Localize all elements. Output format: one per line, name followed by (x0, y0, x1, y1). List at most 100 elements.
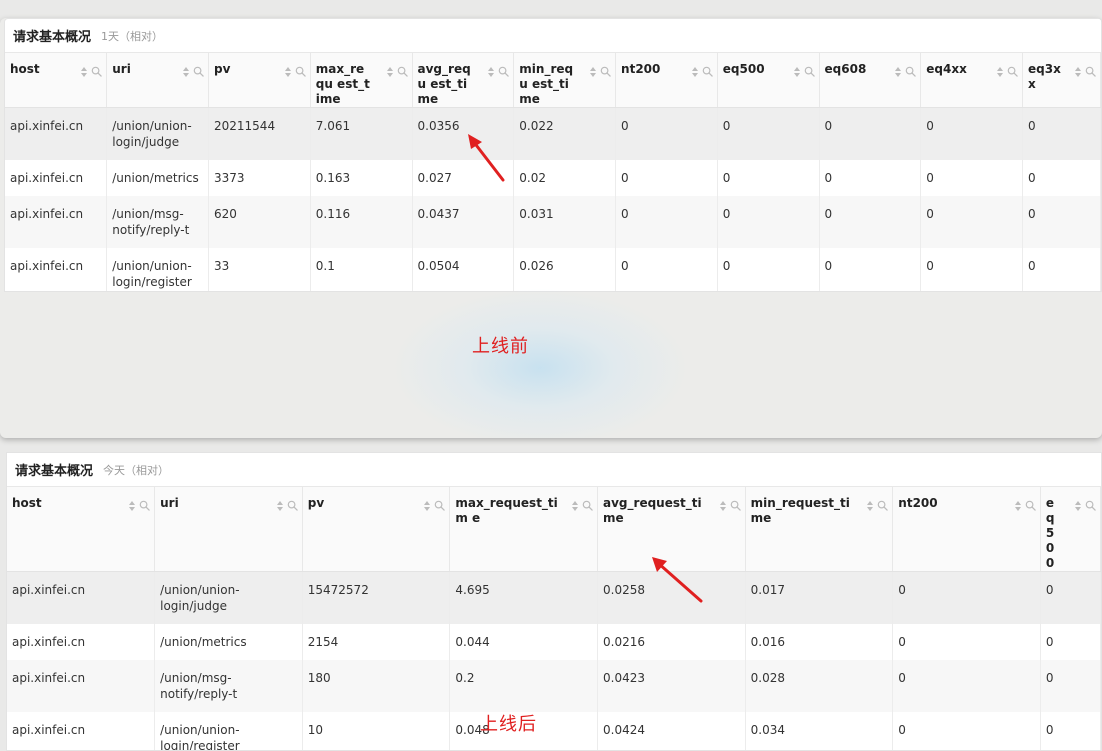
table-cell: 0 (717, 247, 820, 291)
column-header[interactable]: eq3xx (1022, 53, 1101, 108)
panel-before: 请求基本概况 1天（相对） host uri pv max_requ est_time… (0, 18, 1102, 438)
column-tools (276, 500, 298, 511)
table-cell: 4.695 (449, 571, 599, 624)
table-cell: 0.02 (513, 159, 617, 196)
column-header[interactable]: uri (106, 53, 209, 108)
sort-icon[interactable] (866, 501, 874, 511)
column-header[interactable]: avg_requ est_time (412, 53, 515, 108)
column-header[interactable]: avg_request_time (597, 487, 746, 572)
search-icon[interactable] (600, 66, 611, 77)
time-range-before[interactable]: 1天（相对） (101, 28, 163, 44)
data-table-before: host uri pv max_requ est_time avg_requ est_t… (5, 53, 1101, 291)
sort-icon[interactable] (571, 501, 579, 511)
sort-icon[interactable] (793, 67, 801, 77)
table-row[interactable]: api.xinfei.cn/union/union-login/judge 202… (5, 107, 1101, 160)
table-cell: 620 (208, 195, 311, 248)
column-header[interactable]: eq500 (1040, 487, 1101, 572)
sort-icon[interactable] (128, 501, 136, 511)
column-header[interactable]: eq608 (819, 53, 922, 108)
table-cell: 7.061 (310, 107, 413, 160)
column-header[interactable]: nt200 (892, 487, 1041, 572)
search-icon[interactable] (804, 66, 815, 77)
column-header[interactable]: max_request_tim e (449, 487, 599, 572)
table-row[interactable]: api.xinfei.cn/union/union-login/register… (5, 247, 1101, 291)
column-header[interactable]: max_requ est_time (310, 53, 413, 108)
search-icon[interactable] (139, 500, 150, 511)
table-cell: 20211544 (208, 107, 311, 160)
search-icon[interactable] (193, 66, 204, 77)
table-cell: 0 (819, 159, 922, 196)
search-icon[interactable] (1007, 66, 1018, 77)
search-icon[interactable] (1085, 500, 1096, 511)
table-cell: /union/union-login/register (106, 247, 209, 291)
search-icon[interactable] (498, 66, 510, 77)
column-header[interactable]: pv (302, 487, 451, 572)
column-header[interactable]: pv (208, 53, 311, 108)
search-icon[interactable] (905, 66, 917, 77)
sort-icon[interactable] (80, 67, 88, 77)
time-range-after[interactable]: 今天（相对） (103, 462, 169, 478)
sort-icon[interactable] (996, 67, 1004, 77)
sort-icon[interactable] (276, 501, 284, 511)
table-cell: api.xinfei.cn (7, 571, 156, 624)
column-tools (996, 66, 1018, 77)
table-cell: 0 (819, 107, 922, 160)
column-header[interactable]: eq500 (717, 53, 820, 108)
sort-icon[interactable] (487, 67, 495, 77)
table-cell: /union/union-login/judge (154, 571, 303, 624)
sort-icon[interactable] (1014, 501, 1022, 511)
sort-icon[interactable] (423, 501, 431, 511)
caption-before: 上线前 (472, 336, 529, 357)
sort-icon[interactable] (1074, 67, 1082, 77)
table-row[interactable]: api.xinfei.cn/union/union-login/register… (7, 711, 1101, 750)
column-header[interactable]: min_request_time (745, 487, 894, 572)
search-icon[interactable] (702, 66, 713, 77)
sort-icon[interactable] (1074, 501, 1082, 511)
table-row[interactable]: api.xinfei.cn/union/msg-notify/reply-t 18… (7, 659, 1101, 712)
table-row[interactable]: api.xinfei.cn/union/union-login/judge 154… (7, 571, 1101, 624)
column-header[interactable]: nt200 (615, 53, 718, 108)
table-cell: 0 (1040, 623, 1101, 660)
sort-icon[interactable] (894, 67, 902, 77)
table-cell: api.xinfei.cn (7, 659, 156, 712)
search-icon[interactable] (397, 66, 408, 77)
search-icon[interactable] (582, 500, 593, 511)
sort-icon[interactable] (386, 67, 394, 77)
search-icon[interactable] (287, 500, 298, 511)
sort-icon[interactable] (284, 67, 292, 77)
search-icon[interactable] (1025, 500, 1036, 511)
table-cell: 0 (1022, 247, 1101, 291)
table-row[interactable]: api.xinfei.cn/union/metrics 3373 0.163 0.02… (5, 159, 1101, 196)
background-glow (390, 288, 690, 438)
table-cell: /union/msg-notify/reply-t (106, 195, 209, 248)
column-header[interactable]: uri (154, 487, 303, 572)
search-icon[interactable] (295, 66, 306, 77)
table-cell: 0 (819, 195, 922, 248)
header-row: host uri pv max_requ est_time avg_requ est_t… (5, 53, 1101, 108)
caption-after: 上线后 (480, 714, 537, 735)
table-row[interactable]: api.xinfei.cn/union/msg-notify/reply-t 62… (5, 195, 1101, 248)
table-cell: 10 (302, 711, 451, 750)
column-header[interactable]: host (5, 53, 108, 108)
sort-icon[interactable] (719, 501, 727, 511)
table-cell: 0.026 (513, 247, 617, 291)
sort-icon[interactable] (589, 67, 597, 77)
table-cell: /union/union-login/judge (106, 107, 209, 160)
table-row[interactable]: api.xinfei.cn/union/metrics 2154 0.044 0.02… (7, 623, 1101, 660)
table-cell: 0 (920, 107, 1024, 160)
search-icon[interactable] (91, 66, 102, 77)
search-icon[interactable] (434, 500, 446, 511)
search-icon[interactable] (1085, 66, 1096, 77)
column-header[interactable]: host (7, 487, 156, 572)
column-tools (182, 66, 204, 77)
column-tools (571, 500, 593, 511)
sort-icon[interactable] (691, 67, 699, 77)
search-icon[interactable] (730, 500, 741, 511)
table-cell: /union/union-login/register (154, 711, 303, 750)
column-header[interactable]: min_requ est_time (513, 53, 617, 108)
sort-icon[interactable] (182, 67, 190, 77)
column-header[interactable]: eq4xx (920, 53, 1024, 108)
table-cell: 0 (920, 159, 1024, 196)
search-icon[interactable] (877, 500, 889, 511)
column-tools (894, 66, 917, 77)
